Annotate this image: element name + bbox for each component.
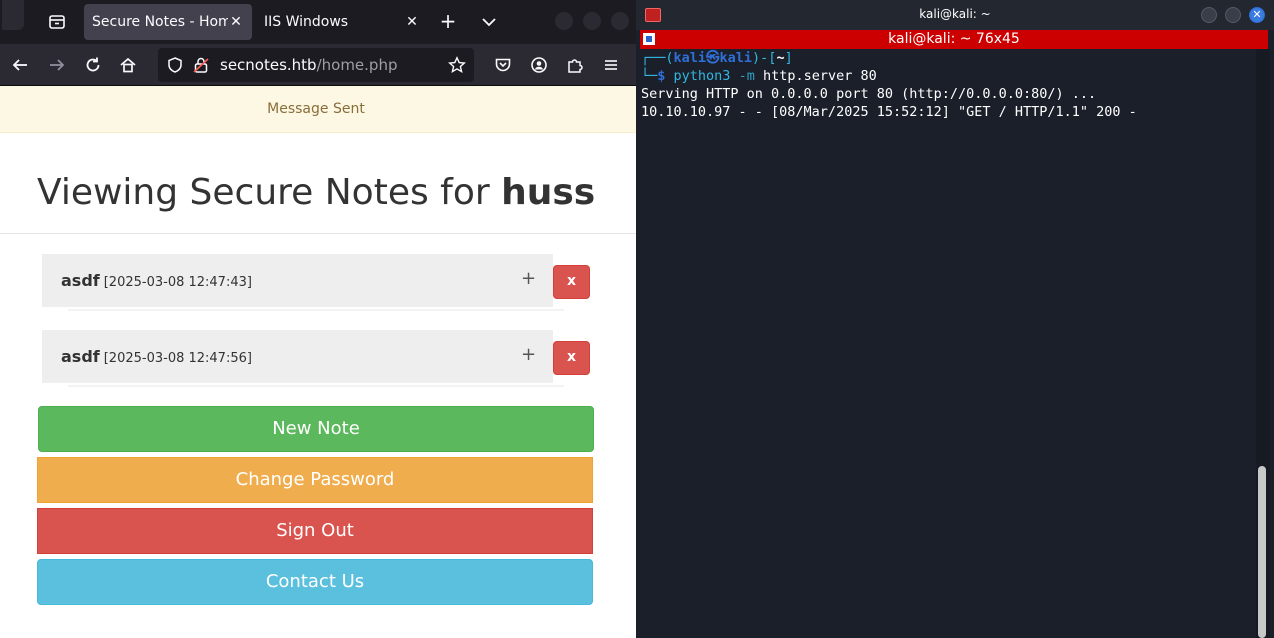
extensions-icon[interactable] (563, 53, 587, 77)
page-title: Viewing Secure Notes for huss (37, 172, 595, 213)
hamburger-menu-icon[interactable] (599, 53, 623, 77)
note-timestamp: [2025-03-08 12:47:56] (103, 351, 252, 366)
prompt-line-1: ┌──(kali㉿kali)-[~] (641, 49, 793, 67)
address-bar[interactable]: secnotes.htb/home.php (158, 48, 474, 82)
background-window-button (555, 12, 573, 30)
sidebar-corner (2, 0, 24, 30)
note-title: asdf [2025-03-08 12:47:43] (61, 271, 252, 290)
command-args: http.server 80 (754, 68, 877, 84)
prompt-user-host: kali㉿kali (673, 50, 753, 66)
minimize-button[interactable] (1201, 7, 1217, 23)
page-title-username: huss (501, 172, 596, 213)
background-window-button (583, 12, 601, 30)
back-arrow-icon[interactable] (8, 53, 32, 77)
home-icon[interactable] (116, 53, 140, 77)
pocket-icon[interactable] (491, 53, 515, 77)
note-timestamp: [2025-03-08 12:47:43] (103, 275, 252, 290)
close-window-button[interactable]: ✕ (1249, 7, 1265, 23)
page-content: Message Sent Viewing Secure Notes for hu… (0, 86, 636, 638)
command-name: python3 (673, 68, 731, 84)
tab-title: IIS Windows (264, 14, 349, 30)
close-tab-icon[interactable]: ✕ (404, 14, 420, 30)
note-body-edge (68, 385, 564, 387)
navigation-toolbar: secnotes.htb/home.php (0, 44, 636, 86)
new-tab-button[interactable]: + (437, 10, 459, 32)
alert-message: Message Sent (0, 86, 636, 133)
note-panel[interactable]: asdf [2025-03-08 12:47:56] + (42, 330, 553, 383)
tab-secure-notes[interactable]: Secure Notes - Home ✕ (84, 4, 252, 40)
terminal-window-title: kali@kali: ~ (919, 7, 991, 21)
background-window-button (611, 12, 629, 30)
delete-note-button[interactable]: x (553, 265, 590, 299)
prompt-dollar: $ (657, 68, 674, 84)
output-line: 10.10.10.97 - - [08/Mar/2025 15:52:12] "… (641, 104, 1137, 120)
divider (0, 233, 636, 234)
forward-arrow-icon[interactable] (45, 53, 69, 77)
output-line: Serving HTTP on 0.0.0.0 port 80 (http://… (641, 86, 1097, 102)
command-flag: -m (730, 68, 755, 84)
prompt-frame: └─ (641, 68, 658, 84)
note-title: asdf [2025-03-08 12:47:56] (61, 347, 252, 366)
tab-iis-windows[interactable]: IIS Windows ✕ (256, 4, 428, 40)
change-password-button[interactable]: Change Password (37, 457, 593, 503)
terminal-window: kali@kali: ~ ✕ kali@kali: ~ 76x45 ┌──(ka… (636, 0, 1274, 638)
browser-window: Secure Notes - Home ✕ IIS Windows ✕ + se… (0, 0, 636, 638)
note-name: asdf (61, 347, 100, 366)
contact-us-button[interactable]: Contact Us (37, 559, 593, 605)
prompt-frame: )-[ (752, 50, 777, 66)
scrollbar-thumb[interactable] (1258, 466, 1266, 638)
chevron-down-icon[interactable] (478, 11, 500, 33)
page-title-prefix: Viewing Secure Notes for (37, 172, 502, 213)
terminal-output[interactable]: ┌──(kali㉿kali)-[~] └─$ python3 -m http.s… (641, 49, 1253, 638)
sign-out-button[interactable]: Sign Out (37, 508, 593, 554)
prompt-frame: ] (784, 50, 793, 66)
prompt-line-2: └─$ python3 -m http.server 80 (641, 67, 877, 85)
close-tab-icon[interactable]: ✕ (228, 14, 244, 30)
note-body-edge (68, 309, 564, 311)
terminal-app-icon (645, 8, 661, 22)
reload-icon[interactable] (81, 53, 105, 77)
url-host: secnotes.htb (220, 56, 317, 74)
terminal-tab-icon (643, 33, 655, 45)
note-name: asdf (61, 271, 100, 290)
shield-icon[interactable] (166, 56, 184, 74)
note-panel[interactable]: asdf [2025-03-08 12:47:43] + (42, 254, 553, 307)
expand-plus-icon[interactable]: + (521, 268, 536, 289)
expand-plus-icon[interactable]: + (521, 344, 536, 365)
maximize-button[interactable] (1225, 7, 1241, 23)
prompt-frame: ┌──( (641, 50, 674, 66)
new-note-button[interactable]: New Note (38, 406, 594, 452)
terminal-tab-title: kali@kali: ~ 76x45 (888, 31, 1020, 47)
prompt-cwd: ~ (776, 50, 785, 66)
tab-bar: Secure Notes - Home ✕ IIS Windows ✕ + (0, 0, 636, 44)
tab-title: Secure Notes - Home (92, 14, 228, 30)
delete-note-button[interactable]: x (553, 341, 590, 375)
terminal-titlebar: kali@kali: ~ ✕ (636, 0, 1274, 30)
star-icon[interactable] (448, 56, 466, 74)
insecure-lock-icon[interactable] (192, 56, 210, 74)
terminal-tab[interactable]: kali@kali: ~ 76x45 (640, 30, 1268, 49)
account-icon[interactable] (527, 53, 551, 77)
firefox-view-icon[interactable] (46, 11, 68, 33)
url-path: /home.php (316, 56, 398, 74)
url-text[interactable]: secnotes.htb/home.php (220, 56, 397, 74)
